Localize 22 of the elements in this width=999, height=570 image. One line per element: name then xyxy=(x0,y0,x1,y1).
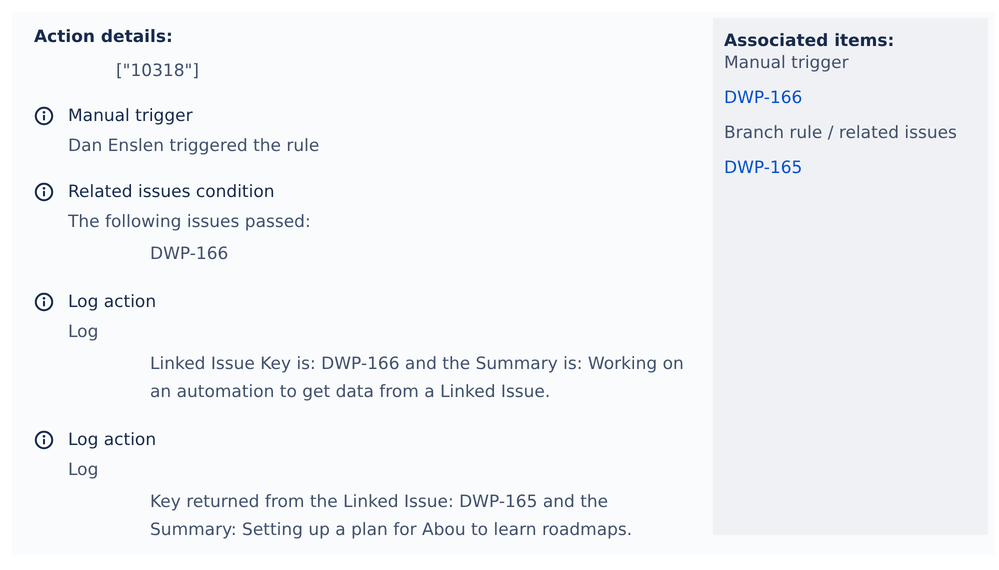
info-icon xyxy=(34,430,54,450)
issue-link[interactable]: DWP-165 xyxy=(724,157,802,179)
item-label: Manual trigger xyxy=(724,52,849,74)
info-icon xyxy=(34,182,54,202)
entry-title: Log action xyxy=(68,291,158,314)
entry-title: Manual trigger xyxy=(68,105,194,128)
item-label: Branch rule / related issues xyxy=(724,122,957,144)
section-heading: Associated items: xyxy=(724,30,896,52)
info-icon xyxy=(34,292,54,312)
action-value: ["10318"] xyxy=(116,60,200,82)
entry-title: Log action xyxy=(68,429,158,452)
entry-description: The following issues passed: xyxy=(68,211,312,234)
entry-description: Dan Enslen triggered the rule xyxy=(68,135,320,158)
entry-detail: Linked Issue Key is: DWP-166 and the Summary is: Working on an automation to get data from a Linked Issue. xyxy=(150,353,685,404)
entry-description: Log xyxy=(68,321,100,344)
info-icon xyxy=(34,106,54,126)
entry-detail: Key returned from the Linked Issue: DWP-165 and the Summary: Setting up a plan for Abou to learn roadmaps. xyxy=(150,491,634,542)
section-heading: Action details: xyxy=(34,26,174,48)
entry-description: Log xyxy=(68,459,100,482)
issue-link[interactable]: DWP-166 xyxy=(724,87,802,109)
entry-detail: DWP-166 xyxy=(150,243,230,266)
entry-title: Related issues condition xyxy=(68,181,276,204)
